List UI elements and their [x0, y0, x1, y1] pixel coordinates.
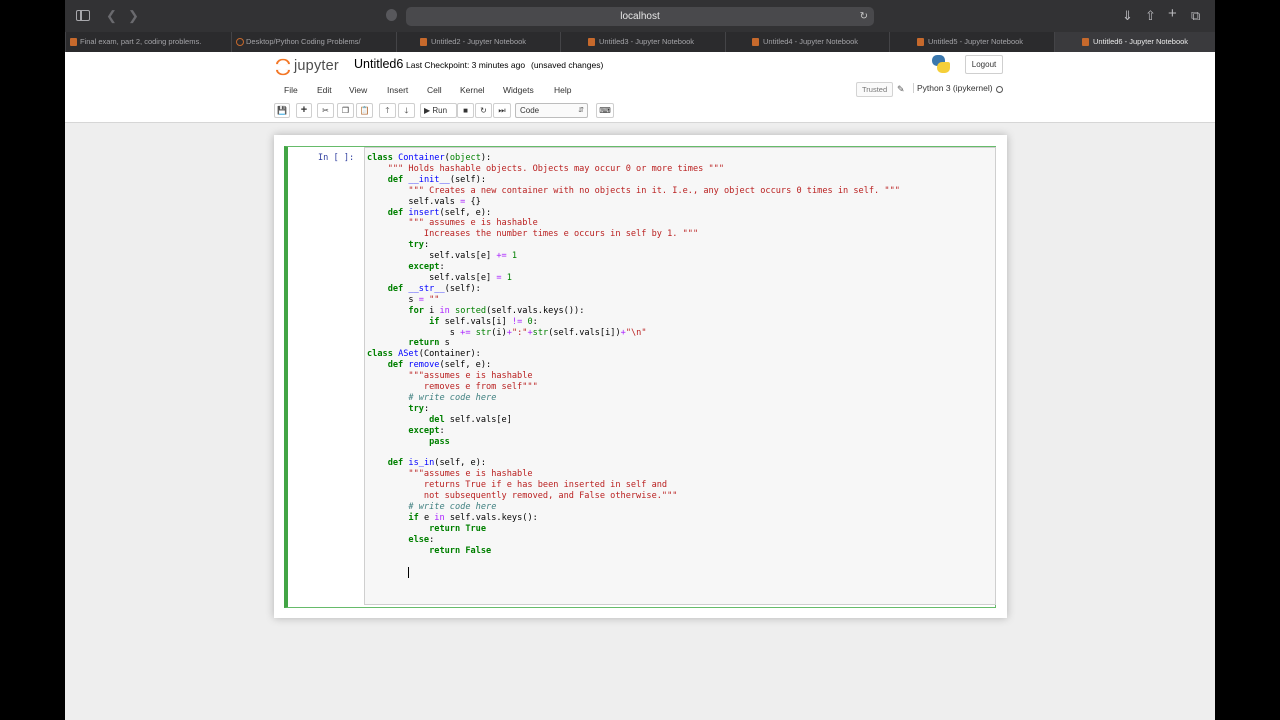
play-icon: ▶ [424, 106, 431, 115]
jupyter-favicon-icon [917, 38, 924, 46]
menu-bar: File Edit View Insert Cell Kernel Widget… [65, 82, 1215, 98]
menu-kernel[interactable]: Kernel [460, 85, 485, 95]
address-bar[interactable]: localhost ↻ [406, 7, 874, 26]
code-editor[interactable]: class Container(object): """ Holds hasha… [364, 147, 996, 605]
screen: ❮ ❯ localhost ↻ ⇓ ⇧ + ⧉ Final exam, part… [65, 0, 1215, 720]
back-icon[interactable]: ❮ [106, 8, 117, 24]
menu-insert[interactable]: Insert [387, 85, 408, 95]
input-prompt: In [ ]: [318, 153, 355, 163]
move-down-icon[interactable]: 🡓 [398, 103, 415, 118]
sidebar-toggle-icon[interactable] [76, 10, 90, 21]
kernel-name[interactable]: Python 3 (ipykernel) [913, 83, 993, 93]
cell-type-select[interactable]: Code ⇵ [515, 103, 588, 118]
jupyter-header: jupyter Untitled6 Last Checkpoint: 3 min… [65, 52, 1215, 123]
pencil-icon[interactable]: ✎ [897, 84, 905, 95]
notebook-container: In [ ]: class Container(object): """ Hol… [274, 135, 1007, 618]
jupyter-favicon-icon [70, 38, 77, 46]
python-logo-icon [931, 54, 951, 74]
jupyter-favicon-icon [588, 38, 595, 46]
menu-edit[interactable]: Edit [317, 85, 332, 95]
notebook-toolbar: 💾 + ✂ ❐ 📋 🡑 🡓 ▶ Run ■ ↻ ⏭ Code ⇵ ⌨ [65, 103, 1215, 120]
trusted-badge[interactable]: Trusted [856, 82, 894, 97]
checkpoint-status: Last Checkpoint: 3 minutes ago [406, 60, 526, 70]
interrupt-icon[interactable]: ■ [457, 103, 474, 118]
menu-widgets[interactable]: Widgets [503, 85, 534, 95]
command-palette-keyboard-icon[interactable]: ⌨ [596, 103, 614, 118]
browser-tab[interactable]: Final exam, part 2, coding problems. [65, 32, 231, 52]
menu-cell[interactable]: Cell [427, 85, 442, 95]
cut-icon[interactable]: ✂ [317, 103, 334, 118]
restart-kernel-icon[interactable]: ↻ [475, 103, 492, 118]
select-arrows-icon: ⇵ [578, 107, 584, 114]
browser-tab[interactable]: Untitled4 - Jupyter Notebook [725, 32, 889, 52]
menu-file[interactable]: File [284, 85, 298, 95]
tab-overview-icon[interactable]: ⧉ [1191, 8, 1200, 24]
autosave-status: (unsaved changes) [531, 60, 604, 70]
url-text: localhost [620, 11, 660, 22]
browser-toolbar: ❮ ❯ localhost ↻ ⇓ ⇧ + ⧉ [65, 0, 1215, 32]
code-cell-selected[interactable]: In [ ]: class Container(object): """ Hol… [284, 146, 996, 608]
restart-run-all-icon[interactable]: ⏭ [493, 103, 511, 118]
jupyter-logo[interactable]: jupyter [276, 56, 361, 78]
browser-tab[interactable]: Untitled3 - Jupyter Notebook [560, 32, 725, 52]
code-text[interactable]: class Container(object): """ Holds hasha… [367, 153, 900, 579]
reload-icon[interactable]: ↻ [860, 7, 868, 26]
copy-icon[interactable]: ❐ [337, 103, 354, 118]
text-cursor [408, 567, 410, 579]
browser-tab[interactable]: Untitled5 - Jupyter Notebook [889, 32, 1054, 52]
paste-icon[interactable]: 📋 [356, 103, 373, 118]
browser-tab[interactable]: Untitled2 - Jupyter Notebook [396, 32, 560, 52]
share-icon[interactable]: ⇧ [1145, 8, 1156, 24]
jupyter-favicon-icon [752, 38, 759, 46]
download-icon[interactable]: ⇓ [1122, 8, 1133, 24]
move-up-icon[interactable]: 🡑 [379, 103, 396, 118]
jupyter-logo-icon [276, 58, 290, 76]
tab-bar: Final exam, part 2, coding problems. Des… [65, 32, 1215, 52]
kernel-idle-indicator-icon [996, 86, 1003, 93]
logout-button[interactable]: Logout [965, 55, 1003, 74]
menu-help[interactable]: Help [554, 85, 571, 95]
save-icon[interactable]: 💾 [274, 103, 290, 118]
browser-tab-active[interactable]: Untitled6 - Jupyter Notebook [1054, 32, 1215, 52]
jupyter-favicon-icon [420, 38, 427, 46]
insert-cell-below-icon[interactable]: + [296, 103, 312, 118]
browser-tab[interactable]: Desktop/Python Coding Problems/ [231, 32, 396, 52]
notebook-name[interactable]: Untitled6 [354, 57, 403, 71]
run-button[interactable]: ▶ Run [420, 103, 457, 118]
privacy-shield-icon[interactable] [386, 9, 397, 21]
jupyter-favicon-icon [1082, 38, 1089, 46]
new-tab-icon[interactable]: + [1168, 6, 1177, 22]
jupyter-favicon-icon [236, 38, 244, 46]
forward-icon[interactable]: ❯ [128, 8, 139, 24]
menu-view[interactable]: View [349, 85, 367, 95]
